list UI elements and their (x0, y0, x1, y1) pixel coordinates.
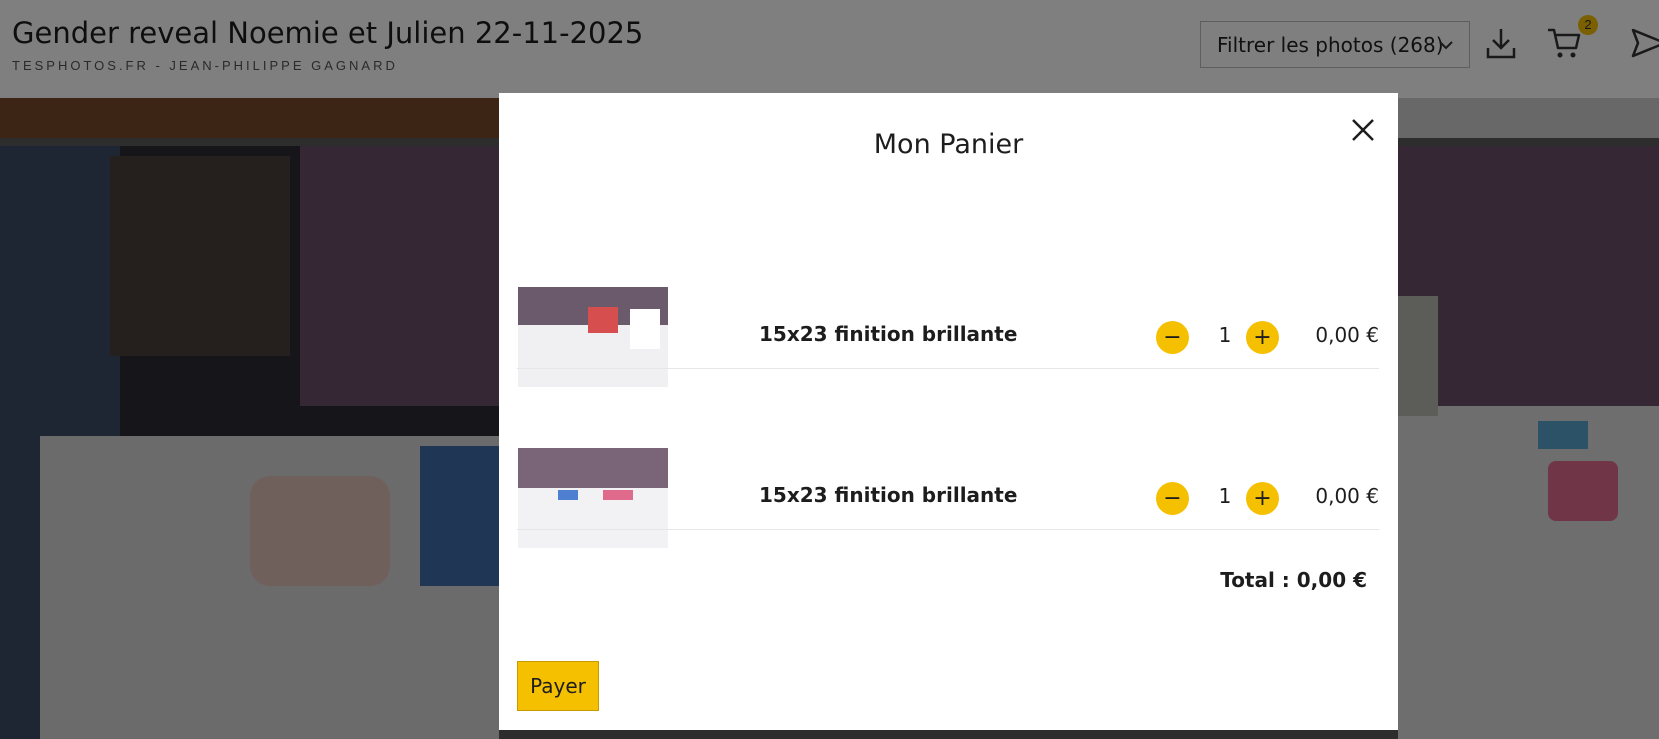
cart-item-thumbnail (518, 287, 668, 387)
modal-title: Mon Panier (873, 129, 1024, 160)
cart-total: Total : 0,00 € (1220, 568, 1367, 592)
cart-item-quantity: 1 (1218, 323, 1232, 347)
cart-modal: Mon Panier 15x23 finition brillante − 1 … (499, 93, 1398, 730)
pay-button[interactable]: Payer (517, 661, 599, 711)
cart-item-label: 15x23 finition brillante (759, 483, 1018, 507)
cart-item-quantity: 1 (1218, 484, 1232, 508)
close-icon[interactable] (1348, 115, 1378, 145)
decrease-quantity-button[interactable]: − (1156, 482, 1189, 515)
cart-item-label: 15x23 finition brillante (759, 322, 1018, 346)
cart-item-thumbnail (518, 448, 668, 548)
decrease-quantity-button[interactable]: − (1156, 321, 1189, 354)
divider (517, 529, 1379, 530)
increase-quantity-button[interactable]: + (1246, 321, 1279, 354)
divider (517, 368, 1379, 369)
cart-item-price: 0,00 € (1315, 484, 1379, 508)
increase-quantity-button[interactable]: + (1246, 482, 1279, 515)
cart-item-price: 0,00 € (1315, 323, 1379, 347)
